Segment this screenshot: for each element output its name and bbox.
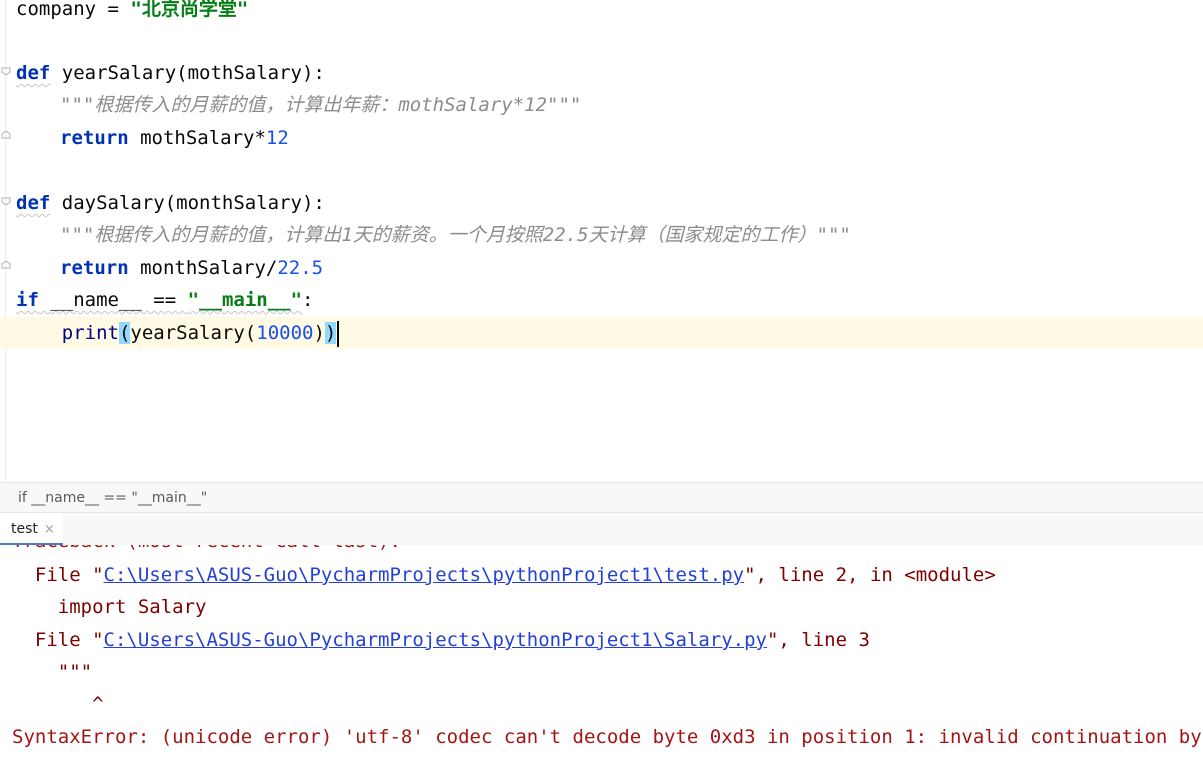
number-literal: 22.5 — [277, 257, 324, 279]
console-line: import Salary — [12, 596, 207, 618]
code-token: ) — [313, 322, 325, 344]
tab-label: test — [11, 521, 38, 537]
function-signature: daySalary(monthSalary): — [50, 192, 325, 214]
keyword: def — [16, 62, 51, 84]
console-line: ^ — [12, 693, 104, 715]
builtin-function: print — [61, 322, 119, 344]
number-literal: 10000 — [256, 322, 314, 344]
console-text: File " — [12, 629, 104, 651]
docstring: """根据传入的月薪的值，计算出1天的薪资。一个月按照22.5天计算（国家规定的… — [60, 224, 851, 246]
code-token: : — [302, 289, 314, 311]
code-editor[interactable]: company = "北京尚学堂" def yearSalary(mothSal… — [0, 0, 1203, 482]
text-caret — [337, 320, 340, 347]
error-message: SyntaxError: (unicode error) 'utf-8' cod… — [12, 726, 1203, 748]
code-token: monthSalary/ — [128, 257, 278, 279]
code-line-8: """根据传入的月薪的值，计算出1天的薪资。一个月按照22.5天计算（国家规定的… — [60, 219, 851, 251]
code-line-1: company = "北京尚学堂" — [16, 0, 248, 25]
keyword: return — [60, 127, 129, 149]
code-line-7: def daySalary(monthSalary): — [16, 187, 325, 219]
code-line-9: return monthSalary/22.5 — [60, 252, 323, 284]
console-line: File "C:\Users\ASUS-Guo\PycharmProjects\… — [12, 559, 996, 591]
code-line-11: print(yearSalary(10000)) — [16, 317, 340, 349]
number-literal: 12 — [265, 127, 289, 149]
keyword: return — [60, 257, 129, 279]
fold-icon[interactable] — [1, 260, 11, 270]
file-link[interactable]: C:\Users\ASUS-Guo\PycharmProjects\python… — [104, 629, 767, 651]
tab-test[interactable]: test × — [0, 513, 63, 545]
code-line-5: return mothSalary*12 — [60, 122, 289, 154]
close-icon[interactable]: × — [44, 514, 55, 546]
code-token: company — [16, 0, 97, 20]
code-token: = — [96, 0, 131, 20]
matched-brace: ) — [324, 322, 337, 344]
keyword: if — [16, 289, 39, 311]
code-line-4: """根据传入的月薪的值，计算出年薪：mothSalary*12""" — [60, 89, 581, 121]
console-line: Traceback (most recent call last): — [12, 545, 401, 557]
code-line-10: if __name__ == "__main__": — [16, 284, 313, 316]
string-literal: "__main__" — [187, 289, 303, 311]
console-text: File " — [12, 564, 104, 586]
file-link[interactable]: C:\Users\ASUS-Guo\PycharmProjects\python… — [104, 564, 745, 586]
breadcrumb[interactable]: if __name__ == "__main__" — [0, 482, 1203, 513]
docstring: """根据传入的月薪的值，计算出年薪：mothSalary*12""" — [60, 94, 582, 116]
console-line: """ — [12, 661, 93, 683]
keyword: def — [16, 192, 51, 214]
code-token: __name__ — [50, 289, 142, 311]
fold-icon[interactable] — [1, 196, 11, 206]
code-token: yearSalary( — [130, 322, 257, 344]
fold-icon[interactable] — [1, 66, 11, 76]
console-text: ", line 2, in <module> — [744, 564, 996, 586]
run-tab-bar: test × — [0, 512, 1203, 546]
matched-brace: ( — [118, 322, 131, 344]
string-literal: "北京尚学堂" — [130, 0, 249, 20]
run-console[interactable]: Traceback (most recent call last): File … — [0, 545, 1203, 767]
function-signature: yearSalary(mothSalary): — [50, 62, 325, 84]
code-line-3: def yearSalary(mothSalary): — [16, 57, 325, 89]
code-token: == — [141, 289, 188, 311]
code-token: mothSalary* — [128, 127, 266, 149]
fold-icon[interactable] — [1, 130, 11, 140]
console-text: ", line 3 — [766, 629, 870, 651]
current-line-highlight[interactable]: print(yearSalary(10000)) — [0, 317, 1203, 349]
breadcrumb-item[interactable]: if __name__ == "__main__" — [18, 490, 207, 506]
console-line: File "C:\Users\ASUS-Guo\PycharmProjects\… — [12, 624, 870, 656]
